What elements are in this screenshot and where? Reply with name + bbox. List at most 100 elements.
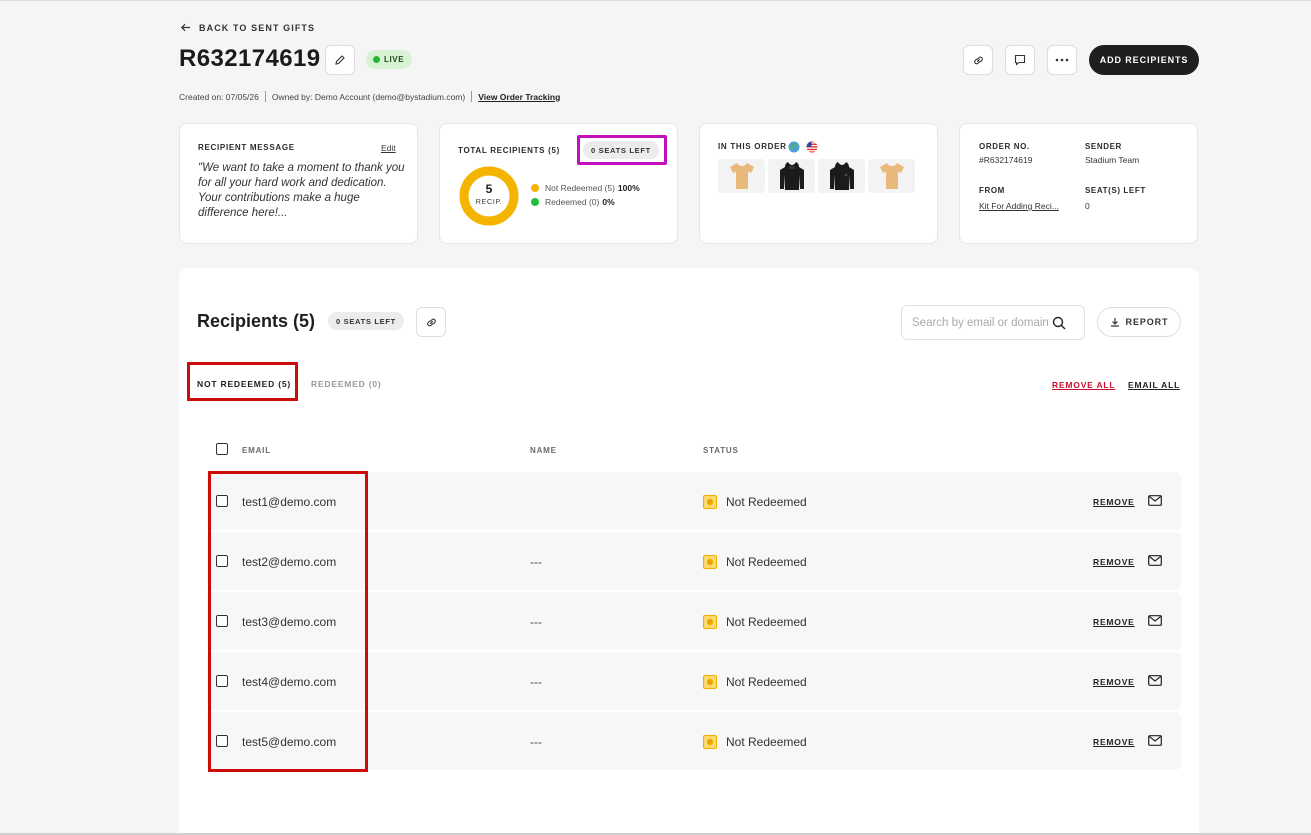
select-all-checkbox[interactable]: [216, 443, 228, 455]
order-items-card: IN THIS ORDER: [699, 123, 938, 244]
email-all-link[interactable]: EMAIL ALL: [1128, 380, 1180, 390]
arrow-left-icon: [180, 23, 191, 32]
edit-order-button[interactable]: [325, 45, 355, 75]
sender-value: Stadium Team: [1085, 155, 1140, 165]
card-label: RECIPIENT MESSAGE: [198, 143, 295, 152]
page-title: R632174619: [179, 45, 321, 72]
from-label: FROM: [979, 186, 1005, 195]
copy-link-button[interactable]: [963, 45, 993, 75]
tan-tshirt-icon: [729, 163, 754, 189]
sender-label: SENDER: [1085, 142, 1122, 151]
donut-not-redeemed-arc: [459, 166, 519, 226]
black-hoodie-icon: [779, 162, 804, 190]
remove-recipient-link[interactable]: REMOVE: [1093, 677, 1135, 687]
legend-label: Not Redeemed (5): [545, 183, 615, 193]
edit-message-link[interactable]: Edit: [381, 143, 396, 153]
status-cell: Not Redeemed: [703, 675, 807, 689]
donut-caption: RECIP.: [475, 197, 503, 206]
status-label: Not Redeemed: [726, 555, 807, 569]
link-icon: [973, 56, 983, 64]
recipients-title: Recipients (5): [197, 311, 316, 331]
search-box[interactable]: [901, 305, 1085, 340]
recipients-donut: [459, 166, 519, 226]
copy-recipient-link-button[interactable]: [416, 307, 446, 337]
product-thumbnail[interactable]: [768, 159, 815, 193]
email-icon[interactable]: [1148, 735, 1162, 746]
column-header-status: STATUS: [703, 446, 739, 455]
recipient-name: ---: [530, 675, 542, 689]
yellow-dot-icon: [531, 184, 539, 192]
status-label: Not Redeemed: [726, 495, 807, 509]
green-dot-icon: [531, 198, 539, 206]
back-to-sent-gifts-link[interactable]: BACK TO SENT GIFTS: [180, 22, 315, 33]
legend-pct: 0%: [602, 197, 615, 207]
live-dot-icon: [373, 56, 380, 63]
status-badge: LIVE: [366, 50, 413, 69]
status-cell: Not Redeemed: [703, 615, 807, 629]
status-label: Not Redeemed: [726, 615, 807, 629]
search-input[interactable]: [912, 316, 1052, 329]
more-options-button[interactable]: [1047, 45, 1077, 75]
remove-recipient-link[interactable]: REMOVE: [1093, 737, 1135, 747]
us-flag-icon: [806, 141, 818, 153]
download-icon: [1110, 318, 1119, 327]
email-icon[interactable]: [1148, 495, 1162, 506]
add-recipients-button[interactable]: ADD RECIPIENTS: [1089, 45, 1199, 75]
status-cell: Not Redeemed: [703, 495, 807, 509]
pencil-icon: [335, 55, 345, 65]
remove-all-link[interactable]: REMOVE ALL: [1052, 380, 1115, 390]
product-thumbnail[interactable]: [868, 159, 915, 193]
legend-label: Redeemed (0): [545, 197, 600, 207]
black-hoodie-icon: [829, 162, 854, 190]
email-column-highlight: [208, 471, 368, 772]
view-order-tracking-link[interactable]: View Order Tracking: [478, 92, 560, 102]
divider: [471, 91, 473, 102]
seats-left-value: 0: [1085, 201, 1090, 211]
comment-icon: [1014, 54, 1026, 66]
status-badge-label: LIVE: [384, 55, 405, 64]
product-thumbnail[interactable]: [718, 159, 765, 193]
seats-left-badge: 0 SEATS LEFT: [583, 141, 659, 159]
order-meta: Created on: 07/05/26 Owned by: Demo Acco…: [179, 91, 560, 102]
from-kit-link[interactable]: Kit For Adding Reci...: [979, 201, 1059, 211]
column-header-name: NAME: [530, 446, 557, 455]
pending-status-icon: [703, 555, 717, 569]
status-label: Not Redeemed: [726, 675, 807, 689]
recipient-message-card: RECIPIENT MESSAGE Edit "We want to take …: [179, 123, 418, 244]
card-label: TOTAL RECIPIENTS (5): [458, 146, 561, 155]
email-icon[interactable]: [1148, 615, 1162, 626]
remove-recipient-link[interactable]: REMOVE: [1093, 557, 1135, 567]
email-icon[interactable]: [1148, 675, 1162, 686]
legend-pct: 100%: [617, 183, 640, 193]
divider: [264, 91, 266, 102]
pending-status-icon: [703, 675, 717, 689]
recipient-message-text: "We want to take a moment to thank you f…: [198, 162, 405, 219]
link-icon: [426, 318, 436, 326]
status-label: Not Redeemed: [726, 735, 807, 749]
legend-redeemed: Redeemed (0) 0%: [531, 197, 615, 207]
product-thumbnail[interactable]: [818, 159, 865, 193]
globe-icon: [788, 141, 800, 153]
seats-left-label: SEAT(S) LEFT: [1085, 186, 1146, 195]
more-dots-icon: [1055, 58, 1069, 62]
pending-status-icon: [703, 615, 717, 629]
order-no-value: #R632174619: [979, 155, 1033, 165]
legend-not-redeemed: Not Redeemed (5) 100%: [531, 183, 640, 193]
column-header-email: EMAIL: [242, 446, 271, 455]
back-label: BACK TO SENT GIFTS: [199, 22, 316, 33]
card-label: IN THIS ORDER: [718, 142, 787, 151]
search-icon[interactable]: [1052, 316, 1066, 330]
report-button[interactable]: REPORT: [1097, 307, 1181, 337]
comment-button[interactable]: [1005, 45, 1035, 75]
tab-not-redeemed[interactable]: NOT REDEEMED (5): [197, 379, 291, 389]
recipient-name: ---: [530, 735, 542, 749]
report-label: REPORT: [1125, 317, 1169, 327]
order-no-label: ORDER NO.: [979, 142, 1030, 151]
seats-left-badge: 0 SEATS LEFT: [328, 312, 404, 330]
tab-redeemed[interactable]: REDEEMED (0): [311, 379, 382, 389]
remove-recipient-link[interactable]: REMOVE: [1093, 617, 1135, 627]
email-icon[interactable]: [1148, 555, 1162, 566]
pending-status-icon: [703, 495, 717, 509]
status-cell: Not Redeemed: [703, 735, 807, 749]
remove-recipient-link[interactable]: REMOVE: [1093, 497, 1135, 507]
